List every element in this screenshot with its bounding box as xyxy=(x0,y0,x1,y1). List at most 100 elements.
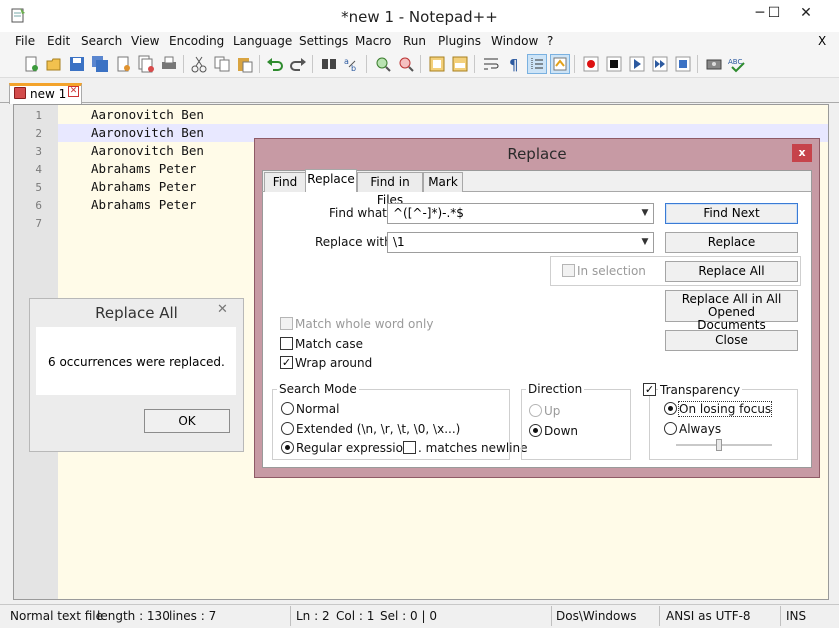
stop-recording-icon[interactable] xyxy=(605,55,623,73)
normal-radio[interactable] xyxy=(281,402,294,415)
on-losing-focus-radio[interactable] xyxy=(664,402,677,415)
toolbar-separator xyxy=(697,55,698,73)
maximize-button[interactable]: ☐ xyxy=(760,0,788,26)
tab-replace[interactable]: Replace xyxy=(305,169,357,192)
find-next-button[interactable]: Find Next xyxy=(665,203,798,224)
tab-find[interactable]: Find xyxy=(264,172,306,192)
code-line[interactable]: Abrahams Peter xyxy=(91,179,196,194)
chevron-down-icon[interactable]: ▼ xyxy=(638,204,652,223)
menu-run[interactable]: Run xyxy=(403,34,426,48)
ok-button[interactable]: OK xyxy=(144,409,230,433)
transparency-slider-track[interactable] xyxy=(676,444,772,446)
close-file-icon[interactable] xyxy=(114,55,132,73)
tab-find-in-files[interactable]: Find in Files xyxy=(357,172,423,207)
transparency-checkbox[interactable]: ✓ xyxy=(643,383,656,396)
code-line[interactable]: Aaronovitch Ben xyxy=(91,125,204,140)
window-title: *new 1 - Notepad++ xyxy=(341,8,498,26)
menu-settings[interactable]: Settings xyxy=(299,34,348,48)
chevron-down-icon[interactable]: ▼ xyxy=(638,233,652,252)
tab-bar xyxy=(0,80,839,103)
spell-check-icon[interactable]: ABC xyxy=(728,55,746,73)
always-label: Always xyxy=(679,422,722,436)
svg-text:ABC: ABC xyxy=(728,58,742,66)
sync-vertical-icon[interactable] xyxy=(428,55,446,73)
regex-radio[interactable] xyxy=(281,441,294,454)
regex-label: Regular expression xyxy=(296,441,411,455)
menu-language[interactable]: Language xyxy=(233,34,292,48)
menu-window[interactable]: Window xyxy=(491,34,538,48)
svg-text:b: b xyxy=(351,64,356,73)
open-file-icon[interactable] xyxy=(45,55,63,73)
dot-matches-newline-label: . matches newline xyxy=(418,441,528,455)
show-all-characters-icon[interactable]: ¶ xyxy=(505,55,523,73)
word-wrap-icon[interactable] xyxy=(482,55,500,73)
wrap-around-checkbox[interactable]: ✓ xyxy=(280,356,293,369)
plugin-icon[interactable] xyxy=(705,55,723,73)
document-map-icon[interactable] xyxy=(550,54,570,74)
code-line[interactable]: Abrahams Peter xyxy=(91,197,196,212)
status-file-type: Normal text file xyxy=(10,609,104,623)
save-macro-icon[interactable] xyxy=(674,55,692,73)
status-separator xyxy=(659,606,660,626)
replace-all-opened-button[interactable]: Replace All in All Opened Documents xyxy=(665,290,798,332)
indent-guide-icon[interactable] xyxy=(527,54,547,74)
cut-icon[interactable] xyxy=(190,55,208,73)
sync-horizontal-icon[interactable] xyxy=(451,55,469,73)
toolbar-separator xyxy=(183,55,184,73)
undo-icon[interactable] xyxy=(266,55,284,73)
code-line[interactable]: Aaronovitch Ben xyxy=(91,143,204,158)
replace-icon[interactable]: ab xyxy=(343,55,361,73)
status-selection: Sel : 0 | 0 xyxy=(380,609,437,623)
close-all-icon[interactable] xyxy=(137,55,155,73)
replace-button[interactable]: Replace xyxy=(665,232,798,253)
status-column: Col : 1 xyxy=(336,609,375,623)
code-line[interactable]: Aaronovitch Ben xyxy=(91,107,204,122)
replace-with-input[interactable]: \1 xyxy=(387,232,654,253)
transparency-slider-thumb[interactable] xyxy=(716,439,722,451)
dot-matches-newline-checkbox[interactable] xyxy=(403,441,416,454)
extended-radio[interactable] xyxy=(281,422,294,435)
paste-icon[interactable] xyxy=(236,55,254,73)
menu-view[interactable]: View xyxy=(131,34,159,48)
menu-plugins[interactable]: Plugins xyxy=(438,34,481,48)
find-what-label: Find what : xyxy=(329,206,395,220)
find-icon[interactable] xyxy=(320,55,338,73)
match-case-checkbox[interactable] xyxy=(280,337,293,350)
menu-macro[interactable]: Macro xyxy=(355,34,391,48)
toolbar-separator xyxy=(366,55,367,73)
new-file-icon[interactable] xyxy=(22,55,40,73)
tab-mark[interactable]: Mark xyxy=(423,172,463,192)
close-button[interactable]: Close xyxy=(665,330,798,351)
copy-icon[interactable] xyxy=(213,55,231,73)
menu-help[interactable]: ? xyxy=(547,34,553,48)
menu-file[interactable]: File xyxy=(15,34,35,48)
popup-close-icon[interactable]: ✕ xyxy=(217,302,228,317)
record-macro-icon[interactable] xyxy=(582,55,600,73)
print-icon[interactable] xyxy=(160,55,178,73)
popup-title: Replace All xyxy=(95,304,178,322)
redo-icon[interactable] xyxy=(289,55,307,73)
status-insert-mode: INS xyxy=(786,609,807,623)
window-close-button[interactable]: ✕ xyxy=(792,0,820,26)
toolbar-separator xyxy=(259,55,260,73)
replace-all-button[interactable]: Replace All xyxy=(665,261,798,282)
down-radio[interactable] xyxy=(529,424,542,437)
zoom-in-icon[interactable] xyxy=(374,55,392,73)
playback-macro-icon[interactable] xyxy=(628,55,646,73)
save-icon[interactable] xyxy=(68,55,86,73)
zoom-out-icon[interactable] xyxy=(397,55,415,73)
code-line[interactable]: Abrahams Peter xyxy=(91,161,196,176)
close-document-button[interactable]: X xyxy=(818,34,826,48)
normal-label: Normal xyxy=(296,402,340,416)
line-number: 4 xyxy=(35,163,42,176)
menu-edit[interactable]: Edit xyxy=(47,34,70,48)
find-what-input[interactable]: ^([^-]*)-.*$ xyxy=(387,203,654,224)
save-all-icon[interactable] xyxy=(91,55,109,73)
tab-close-icon[interactable]: ✕ xyxy=(68,86,79,97)
dialog-close-button[interactable]: x xyxy=(792,144,812,162)
menu-encoding[interactable]: Encoding xyxy=(169,34,224,48)
run-macro-multiple-icon[interactable] xyxy=(651,55,669,73)
menu-search[interactable]: Search xyxy=(81,34,122,48)
up-radio xyxy=(529,404,542,417)
always-radio[interactable] xyxy=(664,422,677,435)
